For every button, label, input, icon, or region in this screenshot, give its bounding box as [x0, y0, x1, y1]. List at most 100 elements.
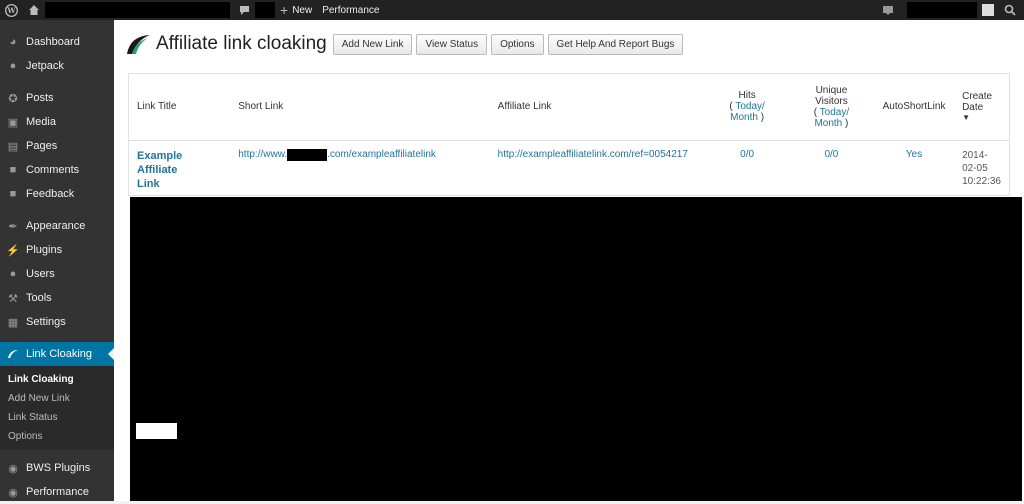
wrench-icon: ⚒ — [8, 292, 18, 305]
hits-value[interactable]: 0/0 — [740, 149, 754, 160]
table-header-row: Link Title Short Link Affiliate Link Hit… — [129, 74, 1009, 141]
performance-label: Performance — [322, 4, 380, 16]
site-name-redacted[interactable] — [45, 2, 230, 18]
options-button[interactable]: Options — [491, 33, 544, 55]
sidebar-item-label: Dashboard — [26, 36, 80, 48]
notifications-icon[interactable] — [877, 0, 899, 20]
user-icon: ● — [9, 268, 17, 280]
sidebar-item-label: Pages — [26, 140, 58, 152]
sidebar-item-label: Appearance — [26, 220, 86, 232]
plug-icon: ⚡ — [6, 244, 20, 257]
sidebar-item-label: Comments — [26, 164, 80, 176]
sidebar-item-label: Posts — [26, 92, 54, 104]
feedback-icon: ■ — [9, 188, 17, 200]
search-icon[interactable] — [999, 0, 1024, 20]
sidebar-item-comments[interactable]: ■ Comments — [0, 158, 114, 182]
sidebar-item-label: Feedback — [26, 188, 75, 200]
account-name-redacted[interactable] — [907, 2, 977, 18]
col-create-date[interactable]: Create Date ▼ — [954, 74, 1009, 141]
col-link-title[interactable]: Link Title — [129, 74, 231, 141]
main-content: Affiliate link cloaking Add New Link Vie… — [114, 20, 1024, 501]
admin-sidebar: ◕ Dashboard ● Jetpack ✪ Posts ▣ Media ▤ Pages ■ Co… — [0, 20, 114, 501]
sidebar-item-label: Plugins — [26, 244, 63, 256]
sidebar-item-performance[interactable]: ◉ Performance — [0, 480, 114, 504]
sidebar-item-bws-plugins[interactable]: ◉ BWS Plugins — [0, 456, 114, 480]
bws-icon: ◉ — [8, 462, 18, 475]
sidebar-item-appearance[interactable]: ✒ Appearance — [0, 214, 114, 238]
performance-menu[interactable]: Performance — [317, 0, 384, 20]
submenu-link-cloaking[interactable]: Link Cloaking — [0, 370, 114, 389]
sidebar-item-label: Jetpack — [26, 60, 64, 72]
add-new-link-button[interactable]: Add New Link — [332, 33, 413, 55]
sidebar-item-settings[interactable]: ▦ Settings — [0, 310, 114, 334]
performance-icon: ◉ — [8, 486, 18, 499]
submenu-add-new-link[interactable]: Add New Link — [0, 389, 114, 408]
unique-today-link[interactable]: Today/ — [820, 107, 849, 118]
sidebar-item-posts[interactable]: ✪ Posts — [0, 86, 114, 110]
hits-today-link[interactable]: Today/ — [735, 101, 764, 112]
sort-desc-icon: ▼ — [962, 113, 970, 123]
redacted-domain — [287, 148, 328, 161]
pages-icon: ▤ — [7, 140, 19, 153]
media-icon: ▣ — [7, 116, 19, 129]
home-icon[interactable] — [23, 0, 45, 20]
table-row: Example Affiliate Link http://www. .com/ex… — [129, 140, 1009, 199]
submenu-options[interactable]: Options — [0, 427, 114, 446]
autoshortlink-value[interactable]: Yes — [906, 149, 922, 160]
sidebar-item-pages[interactable]: ▤ Pages — [0, 134, 114, 158]
col-unique-visitors[interactable]: Unique Visitors ( Today/ Month ) — [788, 74, 875, 141]
avatar[interactable] — [977, 0, 999, 20]
view-status-button[interactable]: View Status — [416, 33, 488, 55]
pin-icon: ✪ — [8, 92, 18, 105]
comment-count-redacted — [255, 2, 275, 18]
cloak-logo-icon — [127, 35, 150, 54]
comments-icon[interactable] — [234, 0, 255, 20]
sidebar-item-label: BWS Plugins — [26, 462, 91, 474]
redacted-area — [130, 197, 1022, 423]
sidebar-item-link-cloaking[interactable]: Link Cloaking — [0, 342, 114, 366]
sidebar-item-users[interactable]: ● Users — [0, 262, 114, 286]
sidebar-item-media[interactable]: ▣ Media — [0, 110, 114, 134]
links-table: Link Title Short Link Affiliate Link Hit… — [128, 73, 1010, 196]
get-help-button[interactable]: Get Help And Report Bugs — [547, 33, 684, 55]
sidebar-item-label: Media — [26, 116, 56, 128]
plus-icon: + — [280, 2, 289, 18]
link-title-link[interactable]: Example Affiliate Link — [137, 150, 182, 190]
col-affiliate-link[interactable]: Affiliate Link — [489, 74, 706, 141]
col-autoshortlink[interactable]: AutoShortLink — [874, 74, 955, 141]
sidebar-item-feedback[interactable]: ■ Feedback — [0, 182, 114, 206]
create-date-value: 2014- 02-05 10:22:36 — [962, 149, 1001, 187]
affiliate-link[interactable]: http://exampleaffiliatelink.com/ref=0054… — [498, 149, 688, 160]
jetpack-icon: ● — [9, 60, 17, 72]
svg-text:W: W — [6, 6, 16, 15]
dashboard-icon: ◕ — [9, 36, 17, 48]
new-content-button[interactable]: + New — [275, 0, 317, 20]
cloak-icon — [6, 347, 20, 361]
redacted-area-lower — [130, 423, 1022, 501]
sidebar-item-label: Link Cloaking — [26, 348, 93, 360]
link-cloaking-submenu: Link Cloaking Add New Link Link Status O… — [0, 366, 114, 450]
settings-icon: ▦ — [7, 316, 19, 329]
sidebar-item-jetpack[interactable]: ● Jetpack — [0, 54, 114, 78]
submenu-link-status[interactable]: Link Status — [0, 408, 114, 427]
new-label: New — [292, 4, 313, 16]
sidebar-item-label: Performance — [26, 486, 89, 498]
sidebar-item-dashboard[interactable]: ◕ Dashboard — [0, 30, 114, 54]
col-short-link[interactable]: Short Link — [230, 74, 490, 141]
wordpress-logo-icon[interactable]: W — [0, 0, 23, 20]
comment-icon: ■ — [9, 164, 17, 176]
brush-icon: ✒ — [8, 220, 18, 233]
sidebar-item-tools[interactable]: ⚒ Tools — [0, 286, 114, 310]
hits-month-link[interactable]: Month — [730, 112, 758, 123]
unique-month-link[interactable]: Month — [814, 118, 842, 129]
sidebar-item-label: Tools — [26, 292, 52, 304]
admin-bar: W + New Performance — [0, 0, 1024, 20]
short-link[interactable]: http://www. .com/exampleaffiliatelink — [238, 148, 436, 161]
page-title: Affiliate link cloaking — [156, 33, 327, 54]
unique-value[interactable]: 0/0 — [824, 149, 838, 160]
sidebar-item-plugins[interactable]: ⚡ Plugins — [0, 238, 114, 262]
page-header: Affiliate link cloaking Add New Link Vie… — [124, 32, 687, 56]
col-hits[interactable]: Hits ( Today/ Month ) — [705, 74, 789, 141]
sidebar-item-label: Users — [26, 268, 55, 280]
sidebar-item-label: Settings — [26, 316, 66, 328]
